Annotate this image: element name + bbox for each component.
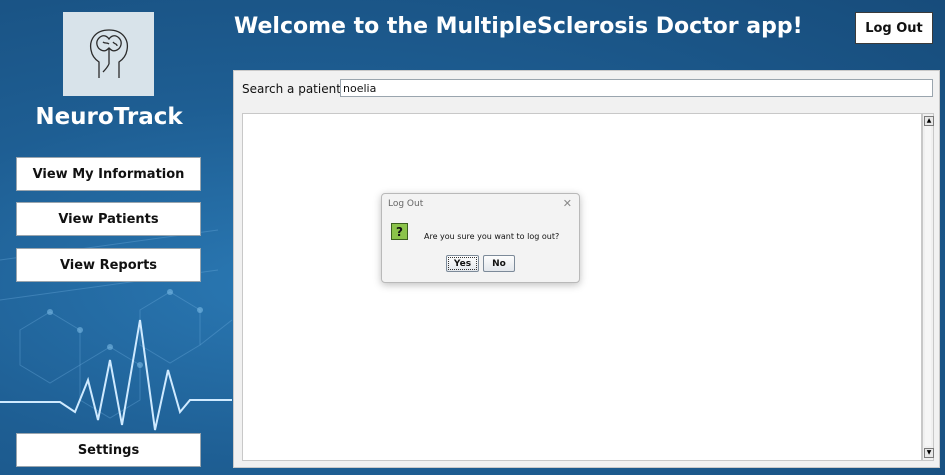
search-label: Search a patient: — [242, 82, 345, 96]
scroll-up-icon[interactable]: ▲ — [924, 116, 934, 126]
dialog-message: Are you sure you want to log out? — [424, 232, 560, 241]
view-patients-button[interactable]: View Patients — [16, 202, 201, 236]
scroll-down-icon[interactable]: ▼ — [924, 448, 934, 458]
brain-head-icon — [89, 29, 128, 78]
vertical-scrollbar[interactable]: ▲ ▼ — [922, 113, 934, 461]
main-panel: Search a patient: ▲ ▼ — [233, 70, 940, 468]
dialog-title: Log Out — [388, 199, 424, 209]
view-my-information-button[interactable]: View My Information — [16, 157, 201, 191]
app-logo — [63, 12, 154, 96]
logout-confirm-dialog: Log Out ✕ ? Are you sure you want to log… — [381, 193, 580, 283]
scroll-track[interactable] — [925, 126, 931, 446]
page-title: Welcome to the MultipleSclerosis Doctor … — [234, 14, 803, 39]
patient-results-area[interactable] — [242, 113, 922, 461]
settings-button[interactable]: Settings — [16, 433, 201, 467]
logout-button[interactable]: Log Out — [855, 12, 933, 44]
view-reports-button[interactable]: View Reports — [16, 248, 201, 282]
no-button[interactable]: No — [483, 255, 515, 272]
close-icon[interactable]: ✕ — [563, 197, 572, 210]
search-input[interactable] — [340, 79, 933, 97]
yes-button[interactable]: Yes — [446, 255, 479, 272]
question-icon: ? — [391, 223, 408, 240]
brand-name: NeuroTrack — [35, 104, 183, 130]
